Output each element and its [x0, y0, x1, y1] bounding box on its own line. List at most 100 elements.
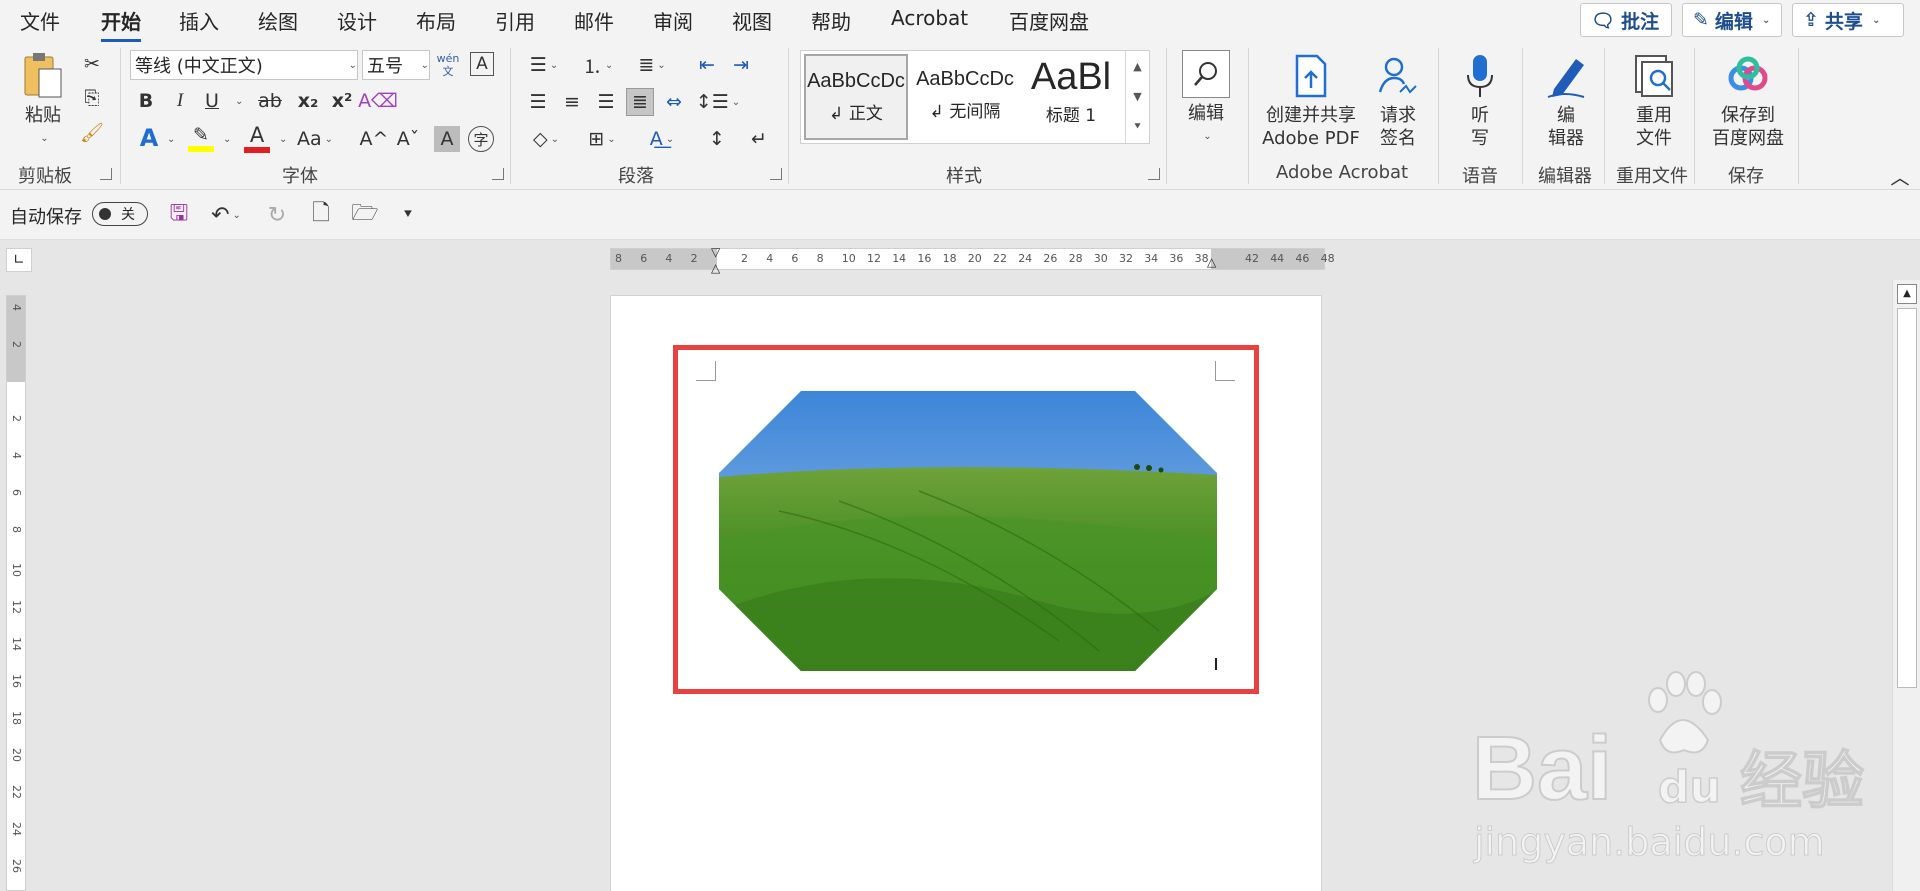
distributed-icon[interactable]: ⇔: [660, 88, 688, 116]
enclose-characters-button[interactable]: 字: [468, 126, 494, 152]
font-size-select[interactable]: 五号 ⌄: [362, 50, 430, 80]
asian-layout-button[interactable]: A͟ ⌄: [640, 124, 684, 154]
redo-icon[interactable]: ↻: [262, 200, 292, 230]
subscript-button[interactable]: x₂: [294, 88, 322, 114]
chevron-down-icon[interactable]: ⌄: [223, 134, 231, 145]
save-to-baidu-button[interactable]: 保存到 百度网盘: [1706, 52, 1790, 150]
change-case-button[interactable]: Aa ⌄: [297, 124, 333, 154]
align-center-icon[interactable]: ≡: [558, 88, 586, 116]
undo-icon[interactable]: ↶ ⌄: [206, 200, 246, 230]
customize-qat-icon[interactable]: ⯆: [394, 200, 422, 230]
style-heading-1[interactable]: AaBl 标题 1: [1023, 54, 1119, 140]
increase-indent-icon[interactable]: ⇥: [726, 52, 756, 78]
tab-draw[interactable]: 绘图: [258, 6, 298, 35]
chevron-down-icon[interactable]: ⌄: [279, 134, 287, 145]
tab-help[interactable]: 帮助: [811, 6, 851, 35]
text-effects-icon[interactable]: A: [134, 122, 164, 154]
reuse-files-button[interactable]: 重用 文件: [1622, 52, 1686, 150]
clear-formatting-icon[interactable]: A⌫: [358, 88, 398, 114]
comment-button[interactable]: 🗨 批注: [1580, 3, 1672, 37]
vertical-ruler[interactable]: 4 2 2 4 6 8 10 12 14 16 18 20 22 24 26: [6, 295, 26, 891]
tab-insert[interactable]: 插入: [179, 6, 219, 35]
bold-button[interactable]: B: [134, 88, 158, 114]
paragraph-launcher-icon[interactable]: [770, 168, 782, 180]
font-color-button[interactable]: A: [242, 122, 272, 154]
first-line-indent-marker[interactable]: ▽: [711, 245, 720, 259]
new-document-icon[interactable]: 🗋: [306, 200, 336, 230]
ruler-tick-label: 28: [1068, 252, 1083, 265]
open-folder-icon[interactable]: 🗁: [348, 200, 382, 230]
right-indent-marker[interactable]: △: [1207, 255, 1216, 269]
edit-mode-button[interactable]: ✎ 编辑 ⌄: [1682, 3, 1782, 37]
scroll-up-icon[interactable]: ▲: [1897, 284, 1917, 304]
tab-home[interactable]: 开始: [101, 6, 141, 42]
shrink-font-button[interactable]: Aˇ: [394, 124, 422, 154]
share-button[interactable]: ⇪ 共享 ⌄: [1792, 3, 1904, 37]
format-painter-icon[interactable]: 🖌: [80, 120, 104, 144]
font-launcher-icon[interactable]: [492, 168, 504, 180]
create-share-pdf-button[interactable]: 创建并共享 Adobe PDF: [1260, 52, 1362, 150]
tab-review[interactable]: 审阅: [653, 6, 693, 35]
copy-icon[interactable]: ⎘: [80, 86, 104, 110]
chevron-down-icon: ⌄: [1871, 14, 1881, 26]
collapse-ribbon-icon[interactable]: ︿: [1888, 166, 1912, 189]
hanging-indent-marker[interactable]: △: [711, 261, 720, 275]
phonetic-guide-button[interactable]: wén 文: [436, 50, 460, 80]
scroll-thumb[interactable]: [1897, 308, 1917, 688]
grow-font-button[interactable]: A^: [360, 124, 389, 154]
editing-label: 编辑: [1188, 103, 1224, 124]
autosave-toggle[interactable]: 关: [92, 202, 148, 226]
character-shading-button[interactable]: A: [434, 126, 460, 152]
style-no-spacing[interactable]: AaBbCcDc ↲ 无间隔: [913, 54, 1017, 140]
chevron-down-icon[interactable]: ▼: [1133, 90, 1141, 103]
clipboard-launcher-icon[interactable]: [100, 168, 112, 180]
ruler-margin-left: [611, 249, 717, 269]
superscript-button[interactable]: x²: [328, 88, 356, 114]
tab-view[interactable]: 视图: [732, 6, 772, 35]
horizontal-ruler[interactable]: 8 6 4 2 2 4 6 8 10 12 14 16 18 20 22 24 26 28 30 32 34 36 38 42…: [610, 245, 1335, 275]
chevron-down-icon[interactable]: ⌄: [167, 134, 175, 145]
borders-button[interactable]: ⊞ ⌄: [580, 124, 624, 154]
styles-launcher-icon[interactable]: [1148, 168, 1160, 180]
tab-acrobat[interactable]: Acrobat: [891, 6, 968, 30]
cut-icon[interactable]: ✂: [80, 52, 104, 76]
line-spacing-button[interactable]: ↕☰ ⌄: [696, 88, 740, 116]
italic-button[interactable]: I: [168, 88, 192, 114]
tab-mailings[interactable]: 邮件: [574, 6, 614, 35]
style-normal[interactable]: AaBbCcDc ↲ 正文: [804, 54, 908, 140]
character-border-button[interactable]: A: [470, 52, 494, 76]
tab-design[interactable]: 设计: [337, 6, 377, 35]
save-icon[interactable]: 🖫: [164, 200, 194, 230]
align-left-icon[interactable]: ☰: [524, 88, 552, 116]
more-styles-icon[interactable]: ⯆: [1133, 120, 1142, 134]
underline-button[interactable]: U: [200, 88, 224, 114]
numbering-button[interactable]: ⒈ ⌄: [578, 52, 618, 78]
editing-button[interactable]: 编辑 ⌄: [1180, 50, 1232, 148]
chevron-down-icon[interactable]: ⌄: [235, 96, 243, 107]
tab-stop-selector[interactable]: ∟: [6, 248, 32, 272]
justify-icon[interactable]: ≣: [626, 88, 654, 116]
sort-icon[interactable]: ↕: [702, 124, 732, 154]
strikethrough-button[interactable]: ab: [256, 88, 284, 114]
toggle-knob: [99, 208, 111, 220]
multilevel-list-button[interactable]: ≣ ⌄: [632, 52, 672, 78]
tab-baidu-netdisk[interactable]: 百度网盘: [1009, 6, 1089, 35]
highlight-color-button[interactable]: ✎: [186, 122, 216, 154]
font-name-select[interactable]: 等线 (中文正文) ⌄: [130, 50, 358, 80]
request-signature-button[interactable]: 请求 签名: [1370, 52, 1426, 150]
show-marks-icon[interactable]: ↵: [744, 124, 774, 154]
decrease-indent-icon[interactable]: ⇤: [692, 52, 722, 78]
baidu-netdisk-icon: [1724, 52, 1772, 100]
tab-layout[interactable]: 布局: [416, 6, 456, 35]
dictate-button[interactable]: 听 写: [1452, 52, 1508, 150]
vertical-scrollbar[interactable]: ▲: [1892, 280, 1920, 891]
shading-button[interactable]: ◇ ⌄: [524, 124, 568, 154]
editor-button[interactable]: 编 辑器: [1538, 52, 1594, 150]
align-right-icon[interactable]: ☰: [592, 88, 620, 116]
bullets-button[interactable]: ☰ ⌄: [524, 52, 564, 78]
tab-file[interactable]: 文件: [20, 6, 60, 35]
ruler-tick-label: 22: [993, 252, 1007, 265]
tab-references[interactable]: 引用: [495, 6, 535, 35]
paste-button[interactable]: 粘贴 ⌄: [18, 52, 68, 150]
chevron-up-icon[interactable]: ▲: [1133, 60, 1141, 73]
